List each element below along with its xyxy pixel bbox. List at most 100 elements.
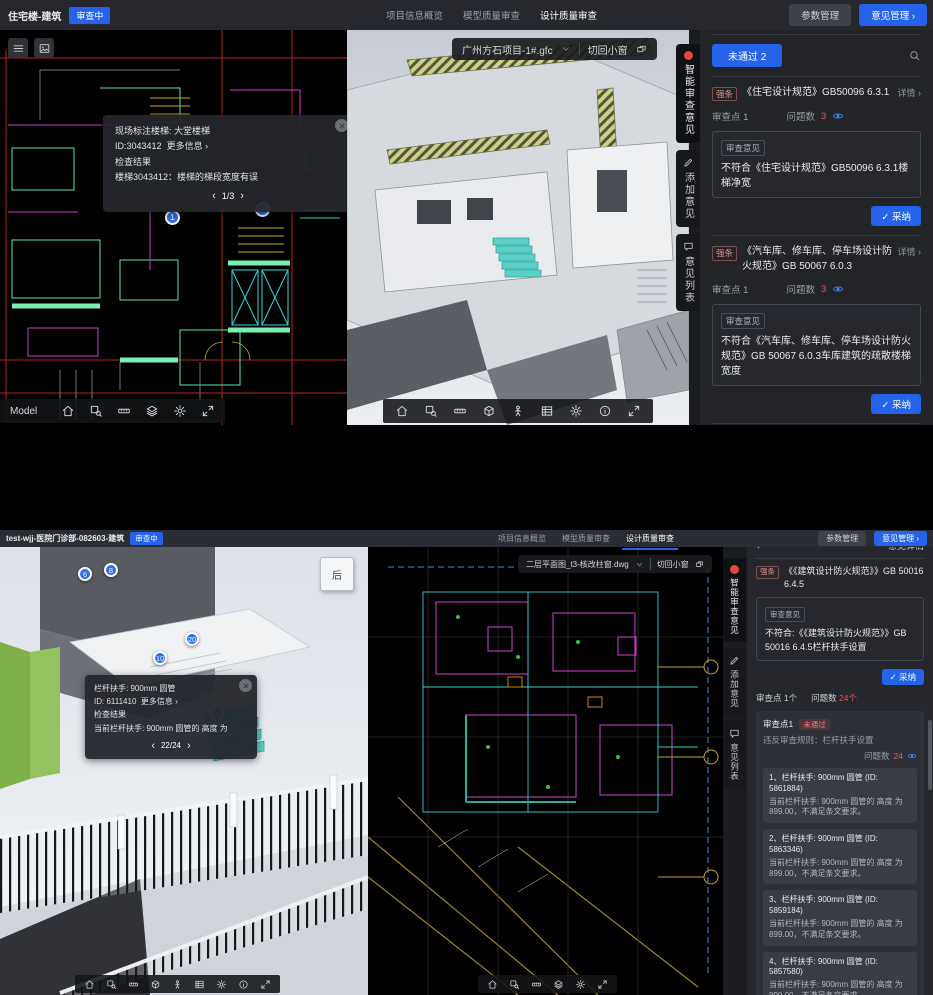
info-icon[interactable]	[238, 979, 249, 990]
tab-model-quality[interactable]: 模型质量审查	[463, 8, 520, 22]
measure-icon[interactable]	[531, 979, 542, 990]
tab-design-quality[interactable]: 设计质量审查	[540, 8, 597, 22]
prev-issue-arrow[interactable]: ‹	[212, 187, 216, 206]
layer-menu-button[interactable]	[8, 38, 28, 58]
accept-button[interactable]: ✓ 采纳	[882, 669, 924, 685]
snapshot-button[interactable]	[34, 38, 54, 58]
issue-item[interactable]: 3、栏杆扶手: 900mm 圆管 (ID: 5859184) 当前栏杆扶手: 9…	[763, 890, 917, 945]
next-issue-arrow[interactable]: ›	[187, 737, 191, 755]
issue-item[interactable]: 2、栏杆扶手: 900mm 圆管 (ID: 5863346) 当前栏杆扶手: 9…	[763, 829, 917, 884]
cad-viewport[interactable]: 1 2 现场标注楼梯: 大堂楼梯 ID:3043412 更多信息 › 检查结果 …	[0, 30, 347, 425]
model-toolbar	[383, 399, 653, 423]
chevron-down-icon[interactable]	[635, 560, 644, 569]
switch-window-link[interactable]: 切回小窗	[588, 42, 628, 57]
tab-project-info[interactable]: 项目信息概览	[386, 8, 443, 22]
home-icon[interactable]	[487, 979, 498, 990]
accept-button[interactable]: ✓ 采纳	[871, 206, 921, 226]
settings-icon[interactable]	[575, 979, 586, 990]
opinion-manage-button[interactable]: 意见管理 ›	[859, 4, 927, 26]
switch-window-link[interactable]: 切回小窗	[657, 559, 689, 570]
settings-icon[interactable]	[173, 404, 187, 418]
window-switch-icon[interactable]	[695, 560, 704, 569]
side-tab-add-opinion[interactable]: 添加意见	[723, 648, 746, 715]
side-tab-opinion-list[interactable]: 意见列表	[676, 234, 700, 311]
panel-scrollbar[interactable]	[928, 720, 932, 790]
opinion-manage-button[interactable]: 意见管理 ›	[874, 531, 927, 546]
section-box-icon[interactable]	[150, 979, 161, 990]
review-item[interactable]: 强条 《住宅设计规范》GB50096 6.3.1 详情 › 审查点 1 问题数 …	[712, 86, 921, 226]
tooltip-result: 楼梯3043412：楼梯的梯段宽度有误	[115, 170, 341, 185]
param-manage-button[interactable]: 参数管理	[789, 4, 851, 26]
walkthrough-icon[interactable]	[172, 979, 183, 990]
detail-link[interactable]: 详情 ›	[898, 87, 922, 100]
issue-pin-8[interactable]: 8	[104, 563, 118, 577]
side-tab-smart-review[interactable]: 智能审查意见	[676, 44, 700, 143]
issue-pin-20[interactable]: 20	[185, 632, 199, 646]
home-icon[interactable]	[395, 404, 409, 418]
issue-pin-6[interactable]: 6	[78, 567, 92, 581]
chevron-down-icon[interactable]	[561, 44, 571, 54]
prev-issue-arrow[interactable]: ‹	[151, 737, 155, 755]
issue-item[interactable]: 1、栏杆扶手: 900mm 圆管 (ID: 5861884) 当前栏杆扶手: 9…	[763, 768, 917, 823]
model-3d-viewport[interactable]: 广州方石项目-1#.gfc 切回小窗	[347, 30, 689, 425]
accept-button[interactable]: ✓ 采纳	[871, 394, 921, 414]
select-zoom-icon[interactable]	[424, 404, 438, 418]
code-title: 《住宅设计规范》GB50096 6.3.1	[742, 86, 892, 101]
home-icon[interactable]	[84, 979, 95, 990]
close-icon[interactable]	[335, 119, 347, 132]
settings-icon[interactable]	[569, 404, 583, 418]
tooltip-result: 当前栏杆扶手: 900mm 圆管的 高度 为	[94, 722, 248, 735]
select-zoom-icon[interactable]	[106, 979, 117, 990]
search-icon[interactable]	[908, 49, 921, 62]
issue-item[interactable]: 4、栏杆扶手: 900mm 圆管 (ID: 5857580) 当前栏杆扶手: 9…	[763, 952, 917, 995]
fullscreen-icon[interactable]	[597, 979, 608, 990]
param-manage-button[interactable]: 参数管理	[818, 531, 866, 546]
home-icon[interactable]	[61, 404, 75, 418]
component-list-icon[interactable]	[540, 404, 554, 418]
walkthrough-icon[interactable]	[511, 404, 525, 418]
tab-project-info[interactable]: 项目信息概览	[498, 530, 546, 548]
cad-file-pill[interactable]: 二层平面图_t3-核改柱窗.dwg 切回小窗	[518, 555, 712, 573]
issue-pin-10[interactable]: 10	[153, 651, 167, 665]
measure-icon[interactable]	[453, 404, 467, 418]
measure-icon[interactable]	[117, 404, 131, 418]
eye-icon[interactable]	[832, 283, 844, 295]
view-cube[interactable]: 后	[320, 557, 354, 591]
measure-icon[interactable]	[128, 979, 139, 990]
eye-icon[interactable]	[907, 751, 917, 761]
window-switch-icon[interactable]	[636, 44, 647, 55]
fullscreen-icon[interactable]	[201, 404, 215, 418]
settings-icon[interactable]	[216, 979, 227, 990]
select-zoom-icon[interactable]	[89, 404, 103, 418]
model-3d-viewport[interactable]: 后 6 8 10 20 22 栏杆扶手: 900mm 圆管 ID: 611141…	[0, 547, 368, 995]
opinion-box: 审查意见 不符合:《《建筑设计防火规范》》GB 50016 6.4.5栏杆扶手设…	[756, 597, 924, 661]
fullscreen-icon[interactable]	[627, 404, 641, 418]
layers-icon[interactable]	[145, 404, 159, 418]
section-box-icon[interactable]	[482, 404, 496, 418]
close-icon[interactable]	[239, 679, 252, 692]
component-list-icon[interactable]	[194, 979, 205, 990]
issues-total-label: 问题数	[811, 693, 837, 703]
next-issue-arrow[interactable]: ›	[240, 187, 244, 206]
tab-model-quality[interactable]: 模型质量审查	[562, 530, 610, 548]
info-icon[interactable]	[598, 404, 612, 418]
failed-filter-button[interactable]: 未通过 2	[712, 44, 782, 67]
detail-link[interactable]: 详情 ›	[898, 246, 922, 259]
side-tab-add-opinion[interactable]: 添加意见	[676, 150, 700, 227]
layers-icon[interactable]	[553, 979, 564, 990]
more-info-link[interactable]: 更多信息 ›	[141, 697, 178, 706]
tab-design-quality[interactable]: 设计质量审查	[626, 530, 674, 548]
side-tab-opinion-list[interactable]: 意见列表	[723, 721, 746, 788]
model-tab[interactable]: Model	[10, 406, 37, 417]
model-file-pill[interactable]: 广州方石项目-1#.gfc 切回小窗	[452, 38, 657, 60]
issue-tooltip: 栏杆扶手: 900mm 圆管 ID: 6111410 更多信息 › 检查结果 当…	[85, 675, 257, 759]
select-zoom-icon[interactable]	[509, 979, 520, 990]
review-item[interactable]: 强条 《汽车库、修车库、停车场设计防火规范》GB 50067 6.0.3 详情 …	[712, 245, 921, 414]
more-info-link[interactable]: 更多信息 ›	[167, 141, 209, 151]
review-point-name: 审查点1	[763, 718, 793, 730]
side-tab-smart-review[interactable]: 智能审查意见	[723, 558, 746, 642]
fullscreen-icon[interactable]	[260, 979, 271, 990]
eye-icon[interactable]	[832, 110, 844, 122]
issue-pin-1[interactable]: 1	[165, 210, 180, 225]
cad-viewport[interactable]: 二层平面图_t3-核改柱窗.dwg 切回小窗	[368, 547, 723, 995]
